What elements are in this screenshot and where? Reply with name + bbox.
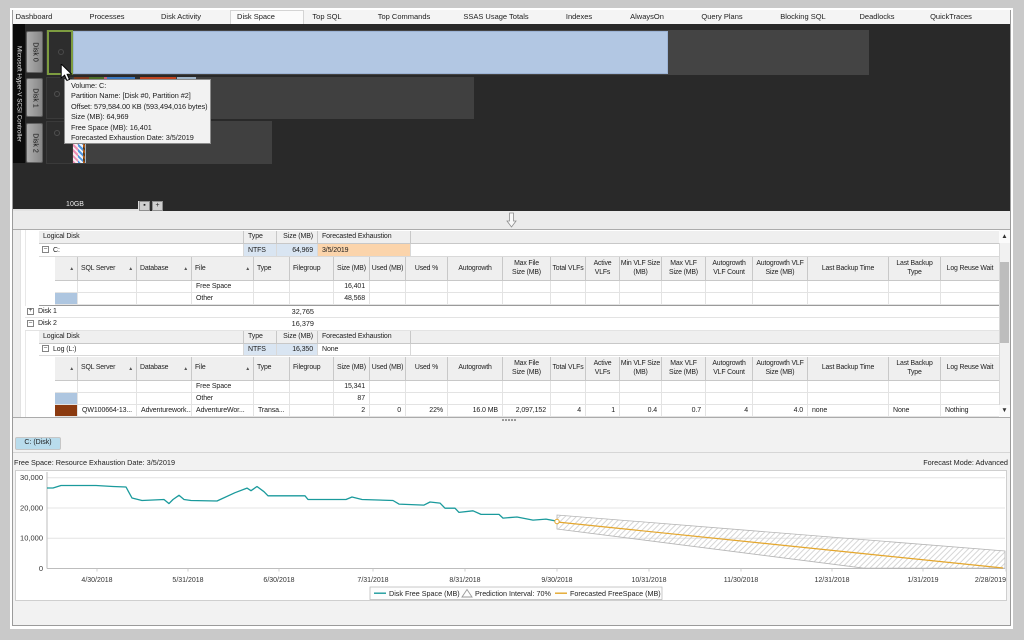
svg-text:1/31/2019: 1/31/2019 xyxy=(907,577,938,584)
svg-text:Prediction Interval: 70%: Prediction Interval: 70% xyxy=(475,589,552,598)
svg-text:9/30/2018: 9/30/2018 xyxy=(541,577,572,584)
svg-text:20,000: 20,000 xyxy=(20,504,43,513)
svg-text:Forecasted FreeSpace (MB): Forecasted FreeSpace (MB) xyxy=(570,589,661,598)
svg-text:10/31/2018: 10/31/2018 xyxy=(631,577,666,584)
svg-text:5/31/2018: 5/31/2018 xyxy=(172,577,203,584)
svg-text:Disk Free Space (MB): Disk Free Space (MB) xyxy=(389,589,460,598)
svg-text:8/31/2018: 8/31/2018 xyxy=(449,577,480,584)
svg-text:11/30/2018: 11/30/2018 xyxy=(724,577,759,584)
svg-text:6/30/2018: 6/30/2018 xyxy=(263,577,294,584)
svg-text:2/28/2019: 2/28/2019 xyxy=(975,577,1006,584)
svg-text:12/31/2018: 12/31/2018 xyxy=(814,577,849,584)
svg-text:30,000: 30,000 xyxy=(20,473,43,482)
svg-text:10,000: 10,000 xyxy=(20,534,43,543)
svg-text:7/31/2018: 7/31/2018 xyxy=(357,577,388,584)
svg-text:4/30/2018: 4/30/2018 xyxy=(81,577,112,584)
svg-text:0: 0 xyxy=(39,564,43,573)
